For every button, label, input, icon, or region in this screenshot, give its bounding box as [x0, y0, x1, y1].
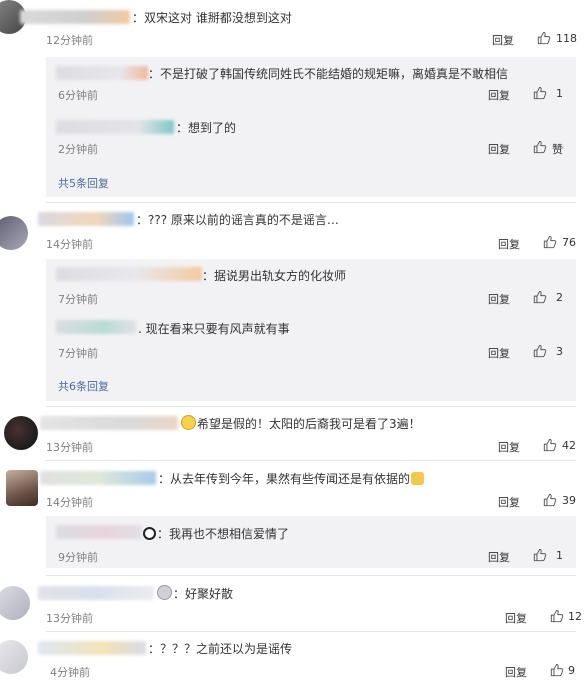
- like-count: 118: [556, 32, 577, 45]
- reply-time: 6分钟前: [58, 89, 98, 102]
- reply-time: 2分钟前: [58, 143, 98, 156]
- comment-text: ：？？？之前还以为是谣传: [148, 642, 293, 656]
- reply-text: ：我再也不想相信爱情了: [142, 525, 289, 542]
- reply-time: 7分钟前: [58, 293, 98, 306]
- thumb-up-icon[interactable]: [533, 140, 547, 154]
- more-replies-link[interactable]: 共5条回复: [58, 175, 109, 191]
- username-blurred[interactable]: [56, 525, 142, 539]
- reply-button[interactable]: 回复: [488, 345, 510, 361]
- username-blurred[interactable]: [38, 641, 146, 655]
- medal-icon: [157, 585, 172, 600]
- like-count: 9: [568, 664, 575, 677]
- reply-time: 9分钟前: [58, 551, 98, 564]
- reply-button[interactable]: 回复: [505, 664, 527, 680]
- comment-text: 希望是假的！太阳的后裔我可是看了3遍！: [180, 415, 421, 432]
- comment-time: 13分钟前: [46, 612, 93, 625]
- comment-text-body: 希望是假的！太阳的后裔我可是看了3遍！: [197, 417, 421, 431]
- divider: [46, 406, 576, 407]
- username-blurred[interactable]: [20, 10, 130, 24]
- like-count: 3: [556, 345, 563, 358]
- avatar[interactable]: [0, 216, 28, 250]
- thumb-up-icon[interactable]: [543, 493, 557, 507]
- reply-text: ：据说男出轨女方的化妆师: [202, 269, 347, 283]
- username-blurred[interactable]: [38, 586, 154, 600]
- divider: [46, 460, 576, 461]
- comment-text: ：从去年传到今年，果然有些传闻还是有依据的: [158, 470, 425, 487]
- comment-time: 14分钟前: [46, 238, 93, 251]
- username-blurred[interactable]: [56, 66, 148, 80]
- avatar[interactable]: [4, 416, 38, 450]
- thumb-up-icon[interactable]: [533, 290, 547, 304]
- divider: [46, 631, 576, 632]
- avatar[interactable]: [6, 470, 38, 506]
- panda-emoji-icon: [143, 527, 156, 540]
- reply-text: . 现在看来只要有风声就有事: [138, 322, 290, 336]
- username-blurred[interactable]: [56, 320, 136, 334]
- username-blurred[interactable]: [40, 416, 178, 430]
- reply-button[interactable]: 回复: [488, 141, 510, 157]
- reply-text: ：不是打破了韩国传统同姓氏不能结婚的规矩嘛，离婚真是不敢相信: [148, 67, 509, 81]
- cat-emoji-icon: [411, 472, 425, 485]
- username-blurred[interactable]: [56, 120, 174, 134]
- divider: [46, 202, 576, 203]
- reply-button[interactable]: 回复: [498, 439, 520, 455]
- like-count: 76: [562, 236, 576, 249]
- username-blurred[interactable]: [38, 212, 134, 226]
- like-count: 39: [562, 494, 576, 507]
- reply-thread: ：不是打破了韩国传统同姓氏不能结婚的规矩嘛，离婚真是不敢相信 6分钟前 回复 1…: [46, 57, 576, 197]
- like-count: 1: [556, 549, 563, 562]
- more-replies-link[interactable]: 共6条回复: [58, 378, 109, 394]
- reply-thread: ：我再也不想相信爱情了 9分钟前 回复 1: [46, 516, 576, 568]
- thumb-up-icon[interactable]: [543, 438, 557, 452]
- reply-time: 7分钟前: [58, 347, 98, 360]
- thumb-up-icon[interactable]: [537, 31, 551, 45]
- reply-text-body: ：我再也不想相信爱情了: [157, 527, 290, 541]
- comment-text: ：好聚好散: [156, 585, 233, 602]
- reply-button[interactable]: 回复: [505, 610, 527, 626]
- thumb-up-icon[interactable]: [533, 86, 547, 100]
- comment-text: ：??? 原来以前的谣言真的不是谣言…: [136, 213, 339, 227]
- reply-button[interactable]: 回复: [492, 32, 514, 48]
- avatar[interactable]: [0, 640, 28, 674]
- avatar[interactable]: [0, 586, 30, 620]
- divider: [46, 575, 576, 576]
- thumb-up-icon[interactable]: [533, 548, 547, 562]
- comment-time: 14分钟前: [46, 496, 93, 509]
- thumb-up-icon[interactable]: [550, 663, 564, 677]
- comment-time: 4分钟前: [50, 666, 90, 679]
- reply-button[interactable]: 回复: [488, 291, 510, 307]
- comment-text: ：双宋这对 谁掰都没想到这对: [132, 11, 292, 25]
- reply-button[interactable]: 回复: [488, 87, 510, 103]
- comment-time: 12分钟前: [46, 34, 93, 47]
- pray-emoji-icon: [181, 415, 196, 430]
- like-count: 1: [556, 87, 563, 100]
- thumb-up-icon[interactable]: [533, 344, 547, 358]
- comment-text-body: ：从去年传到今年，果然有些传闻还是有依据的: [158, 472, 411, 486]
- username-blurred[interactable]: [56, 267, 202, 281]
- like-count: 12: [568, 610, 582, 623]
- like-count: 2: [556, 291, 563, 304]
- reply-button[interactable]: 回复: [498, 236, 520, 252]
- reply-button[interactable]: 回复: [488, 549, 510, 565]
- thumb-up-icon[interactable]: [550, 609, 564, 623]
- like-count: 42: [562, 439, 576, 452]
- reply-button[interactable]: 回复: [498, 494, 520, 510]
- thumb-up-icon[interactable]: [543, 235, 557, 249]
- comment-text-body: ：好聚好散: [173, 587, 234, 601]
- like-count: 赞: [552, 143, 563, 156]
- reply-thread: ：据说男出轨女方的化妆师 7分钟前 回复 2 . 现在看来只要有风声就有事 7分…: [46, 259, 576, 401]
- comment-time: 13分钟前: [46, 441, 93, 454]
- username-blurred[interactable]: [40, 471, 156, 485]
- reply-text: ：想到了的: [176, 121, 237, 135]
